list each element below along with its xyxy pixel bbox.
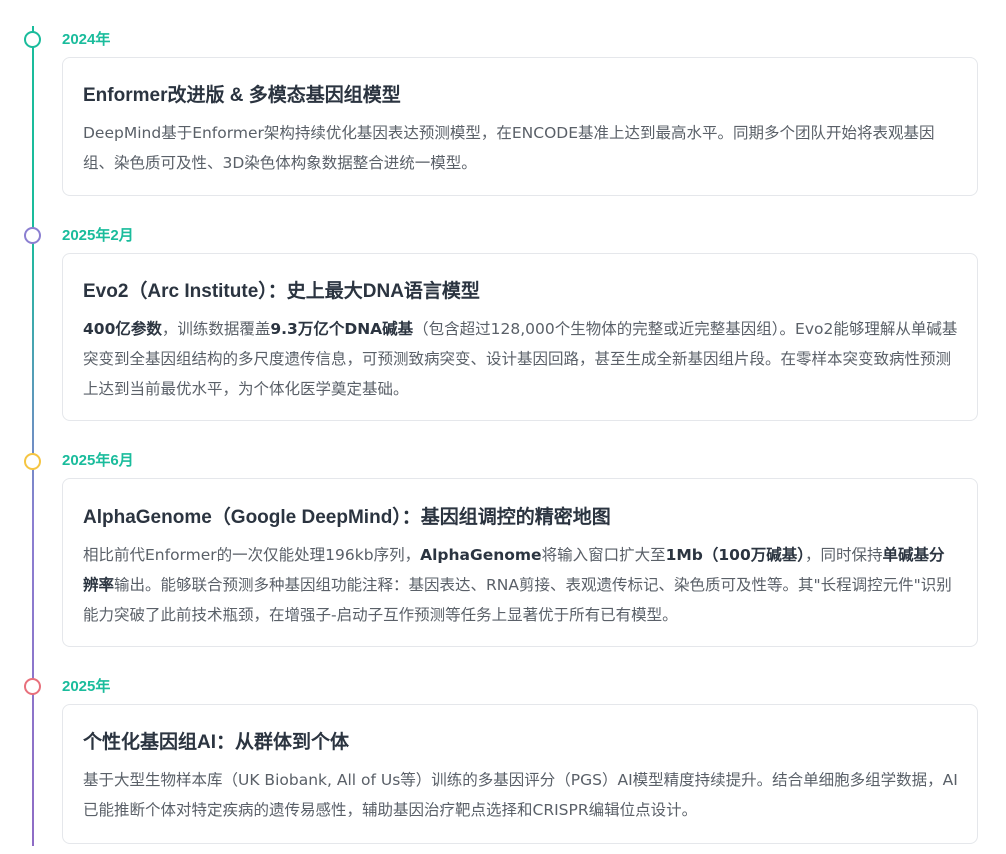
- timeline-dot: [24, 678, 41, 695]
- body-text: 输出。能够联合预测多种基因组功能注释：基因表达、RNA剪接、表观遗传标记、染色质…: [83, 576, 952, 624]
- timeline-date: 2024年: [62, 31, 111, 48]
- card-body: 相比前代Enformer的一次仅能处理196kb序列，AlphaGenome将输…: [83, 540, 959, 630]
- card-title: Enformer改进版 & 多模态基因组模型: [83, 85, 401, 106]
- card-title: Evo2（Arc Institute）：史上最大DNA语言模型: [83, 281, 480, 302]
- card-body: 基于大型生物样本库（UK Biobank, All of Us等）训练的多基因评…: [83, 765, 959, 825]
- card-title: AlphaGenome（Google DeepMind）：基因组调控的精密地图: [83, 507, 611, 528]
- body-highlight: 400亿参数: [83, 320, 162, 338]
- body-text: 相比前代Enformer的一次仅能处理196kb序列，: [83, 546, 421, 564]
- body-highlight: 9.3万亿个DNA碱基: [270, 320, 414, 338]
- body-text: ，训练数据覆盖: [161, 320, 271, 338]
- timeline-date: 2025年: [62, 678, 111, 695]
- timeline-dot: [24, 31, 41, 48]
- body-text: 基于大型生物样本库（UK Biobank, All of Us等）训练的多基因评…: [83, 771, 958, 819]
- timeline-card: Enformer改进版 & 多模态基因组模型 DeepMind基于Enforme…: [62, 57, 978, 196]
- timeline-card: 个性化基因组AI：从群体到个体 基于大型生物样本库（UK Biobank, Al…: [62, 704, 978, 844]
- timeline-date: 2025年6月: [62, 452, 134, 469]
- timeline-date: 2025年2月: [62, 227, 134, 244]
- card-body: 400亿参数，训练数据覆盖9.3万亿个DNA碱基（包含超过128,000个生物体…: [83, 314, 959, 404]
- body-highlight: AlphaGenome: [420, 546, 542, 564]
- timeline-dot: [24, 227, 41, 244]
- timeline-card: Evo2（Arc Institute）：史上最大DNA语言模型 400亿参数，训…: [62, 253, 978, 421]
- timeline-dot: [24, 453, 41, 470]
- body-highlight: 1Mb（100万碱基）: [665, 546, 805, 564]
- timeline-line: [32, 26, 34, 846]
- card-body: DeepMind基于Enformer架构持续优化基因表达预测模型，在ENCODE…: [83, 118, 959, 178]
- timeline-card: AlphaGenome（Google DeepMind）：基因组调控的精密地图 …: [62, 478, 978, 647]
- body-text: 将输入窗口扩大至: [541, 546, 666, 564]
- body-text: ，同时保持: [805, 546, 883, 564]
- card-title: 个性化基因组AI：从群体到个体: [83, 732, 350, 753]
- body-text: DeepMind基于Enformer架构持续优化基因表达预测模型，在ENCODE…: [83, 124, 935, 172]
- timeline: 2024年 Enformer改进版 & 多模态基因组模型 DeepMind基于E…: [0, 0, 1006, 854]
